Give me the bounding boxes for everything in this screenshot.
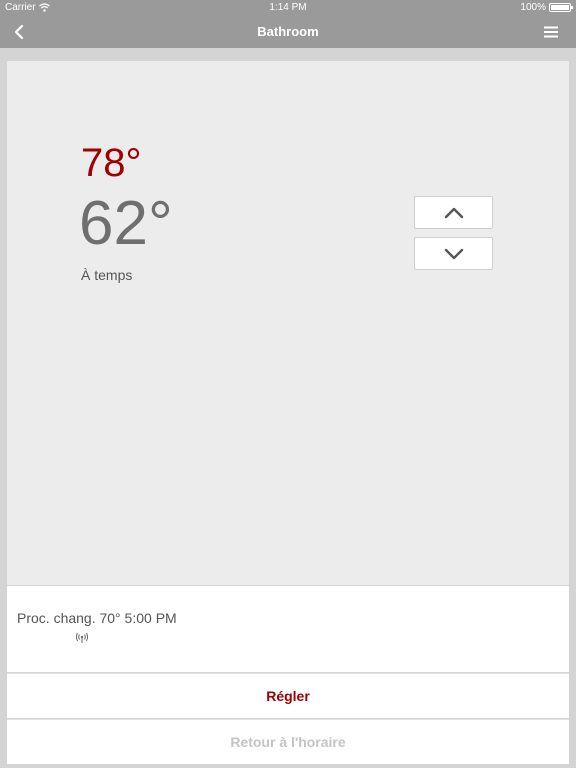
next-change-text: Proc. chang. 70° 5:00 PM bbox=[17, 610, 177, 626]
resume-schedule-button[interactable]: Retour à l'horaire bbox=[7, 719, 569, 764]
page-title: Bathroom bbox=[257, 24, 319, 39]
battery-percent: 100% bbox=[520, 2, 546, 13]
adjust-button[interactable]: Régler bbox=[7, 673, 569, 718]
clock: 1:14 PM bbox=[269, 2, 307, 13]
setpoint-temperature: 78° bbox=[81, 141, 142, 185]
current-temperature: 62° bbox=[79, 189, 173, 258]
chevron-down-icon bbox=[444, 248, 463, 259]
wireless-signal-icon bbox=[76, 632, 88, 643]
schedule-info-panel: Proc. chang. 70° 5:00 PM bbox=[7, 586, 569, 672]
menu-button[interactable] bbox=[542, 23, 560, 41]
hamburger-menu-icon bbox=[544, 26, 558, 38]
navigation-bar: Bathroom bbox=[0, 16, 576, 48]
battery-group: 100% bbox=[520, 2, 573, 13]
chevron-up-icon bbox=[444, 207, 463, 218]
status-bar: Carrier 1:14 PM 100% bbox=[0, 0, 576, 16]
battery-icon bbox=[549, 3, 573, 12]
schedule-status: À temps bbox=[81, 267, 133, 283]
increase-button[interactable] bbox=[414, 196, 493, 229]
thermostat-card: 78° 62° À temps bbox=[7, 61, 569, 585]
decrease-button[interactable] bbox=[414, 237, 493, 270]
